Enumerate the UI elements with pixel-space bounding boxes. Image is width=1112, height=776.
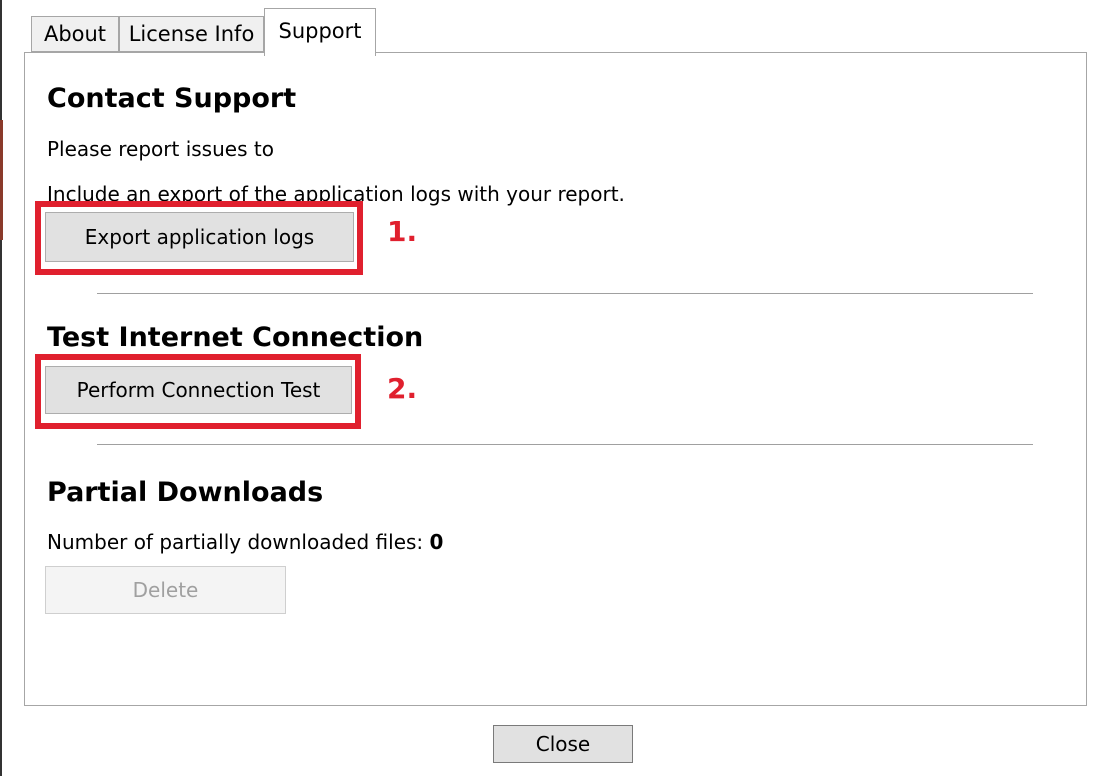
partial-downloads-count-label: Number of partially downloaded files:: [47, 530, 424, 554]
step-2-highlight: [35, 354, 361, 429]
step-2-label: 2.: [387, 372, 418, 405]
delete-button[interactable]: Delete: [45, 566, 286, 614]
tab-support[interactable]: Support: [264, 8, 376, 56]
step-1-highlight: [35, 201, 363, 275]
close-button[interactable]: Close: [493, 725, 633, 763]
partial-downloads-count-value: 0: [429, 530, 444, 554]
window-edge: [0, 0, 2, 776]
step-1-label: 1.: [387, 215, 418, 248]
tab-about[interactable]: About: [31, 16, 119, 52]
support-tab-panel: Contact Support Please report issues to …: [24, 52, 1087, 706]
partial-downloads-count-row: Number of partially downloaded files: 0: [47, 530, 443, 554]
section-divider: [97, 293, 1033, 294]
tab-license-info[interactable]: License Info: [119, 16, 264, 52]
contact-support-heading: Contact Support: [47, 83, 297, 114]
section-divider: [97, 444, 1033, 445]
support-dialog: About License Info Support Contact Suppo…: [0, 0, 1112, 776]
test-connection-heading: Test Internet Connection: [47, 322, 424, 353]
partial-downloads-heading: Partial Downloads: [47, 477, 324, 508]
report-issues-text: Please report issues to: [47, 137, 274, 161]
window-edge-accent: [0, 120, 3, 240]
